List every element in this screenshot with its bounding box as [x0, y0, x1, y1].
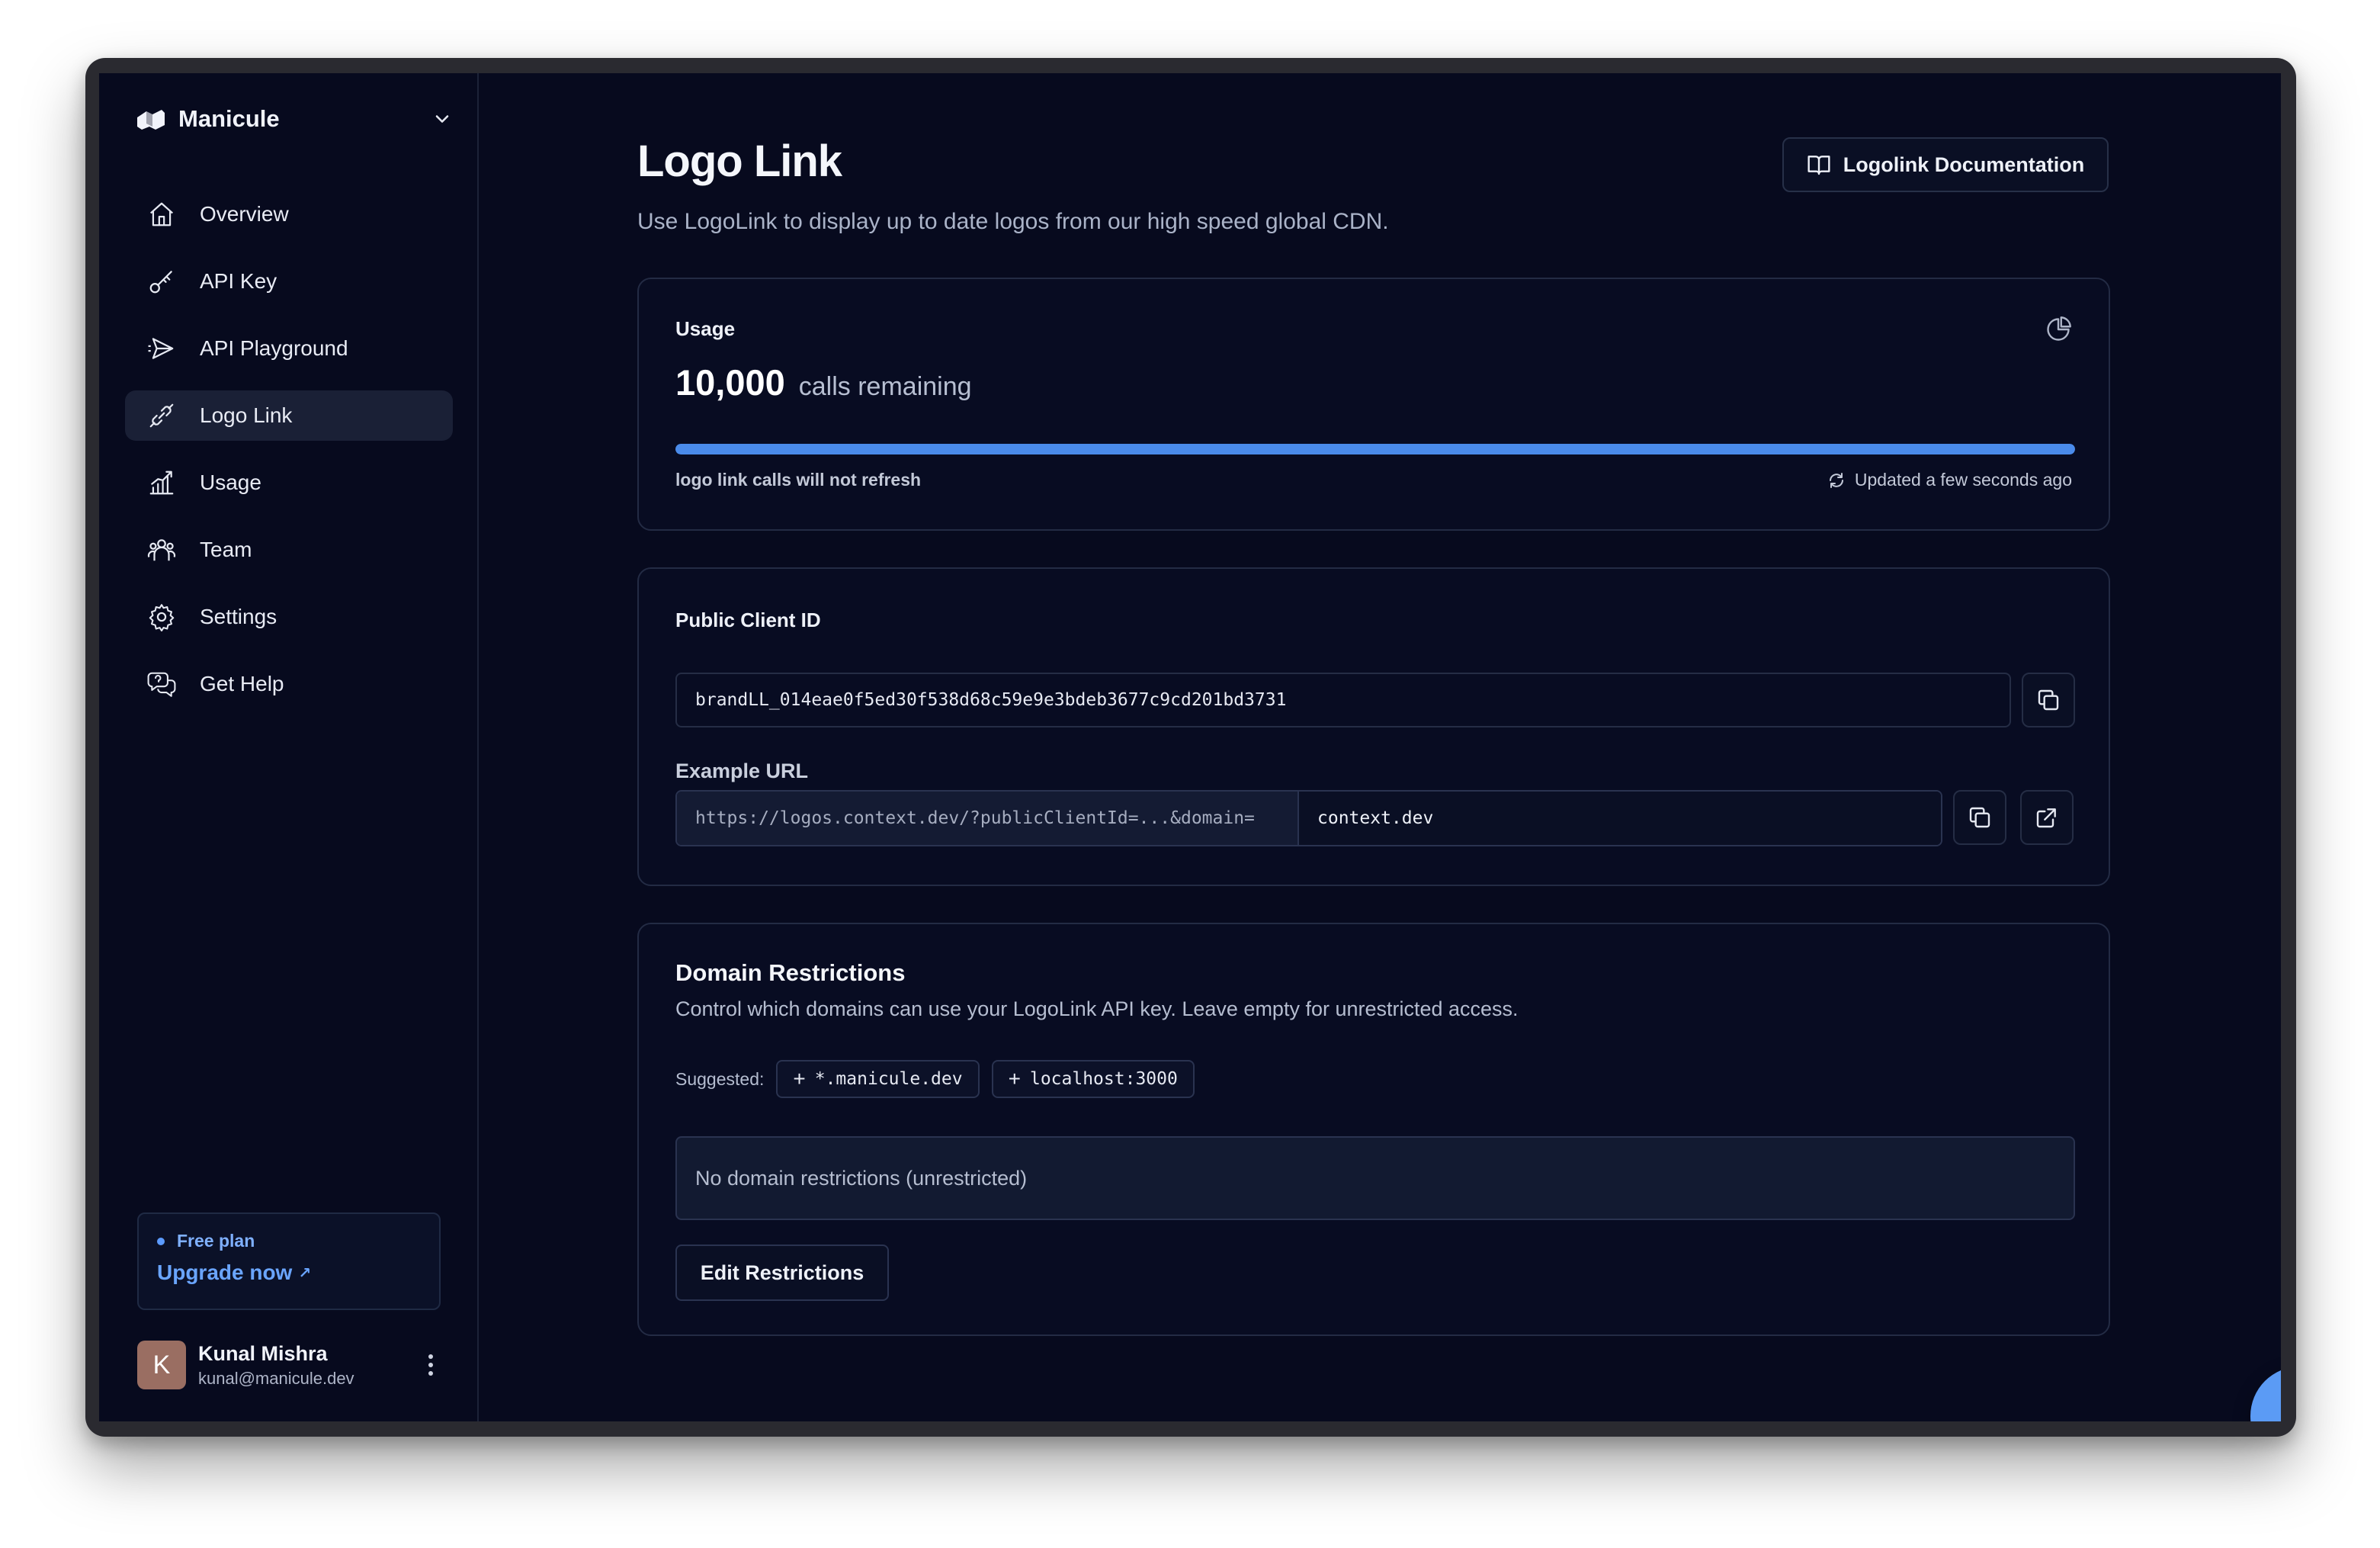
more-options-icon[interactable]: [427, 1354, 435, 1376]
sidebar-item-label: API Playground: [200, 336, 348, 360]
domain-restrictions-description: Control which domains can use your LogoL…: [675, 997, 1519, 1020]
key-icon: [146, 266, 177, 297]
example-url-prefix: https://logos.context.dev/?publicClientI…: [677, 792, 1299, 845]
refresh-icon: [1829, 472, 1843, 488]
gear-icon: [146, 602, 177, 632]
documentation-button[interactable]: Logolink Documentation: [1782, 137, 2109, 192]
domain-restrictions-card: Domain Restrictions Control which domain…: [637, 923, 2110, 1336]
plan-name: Free plan: [177, 1231, 255, 1251]
page-title: Logo Link: [637, 136, 842, 186]
client-id-field[interactable]: brandLL_014eae0f5ed30f538d68c59e9e3bdeb3…: [675, 673, 2011, 727]
status-dot: [157, 1237, 165, 1245]
user-email: kunal@manicule.dev: [198, 1368, 354, 1388]
suggestion-chip[interactable]: + *.manicule.dev: [776, 1060, 980, 1098]
usage-card: Usage 10,000 calls remaining logo link c…: [637, 278, 2110, 531]
page-subtitle: Use LogoLink to display up to date logos…: [637, 209, 1389, 234]
example-url-label: Example URL: [675, 760, 809, 782]
copy-icon: [1969, 807, 1990, 828]
book-icon: [1807, 156, 1830, 175]
sidebar-item-label: Settings: [200, 605, 277, 628]
sidebar-item-label: Team: [200, 538, 252, 561]
usage-note: logo link calls will not refresh: [675, 470, 922, 490]
paper-plane-icon: [146, 333, 177, 364]
usage-count: 10,000 calls remaining: [675, 361, 972, 403]
sidebar-item-settings[interactable]: Settings: [125, 592, 453, 642]
sidebar-item-overview[interactable]: Overview: [125, 189, 453, 239]
home-icon: [146, 199, 177, 230]
usage-label: Usage: [675, 317, 736, 340]
updated-text: Updated a few seconds ago: [1854, 470, 2072, 490]
plan-card: Free plan Upgrade now ↗: [137, 1212, 441, 1310]
plus-icon: +: [1008, 1067, 1021, 1090]
plus-icon: +: [793, 1067, 806, 1090]
link-icon: [146, 400, 177, 431]
sidebar-item-get-help[interactable]: Get Help: [125, 659, 453, 709]
edit-restrictions-button[interactable]: Edit Restrictions: [675, 1245, 889, 1301]
domain-restrictions-title: Domain Restrictions: [675, 959, 906, 986]
client-id-label: Public Client ID: [675, 609, 821, 631]
calls-remaining-unit: calls remaining: [798, 372, 972, 401]
workspace-switcher[interactable]: Manicule: [136, 105, 453, 133]
workspace-name: Manicule: [178, 105, 280, 132]
sidebar-item-api-key[interactable]: API Key: [125, 256, 453, 307]
team-icon: [146, 535, 177, 565]
sidebar-item-label: Usage: [200, 471, 261, 494]
user-name: Kunal Mishra: [198, 1341, 328, 1365]
sidebar: Manicule Overview API Key API Playground…: [99, 73, 479, 1421]
usage-progress-bar: [675, 444, 2075, 454]
help-chat-icon: [146, 669, 177, 699]
usage-progress-fill: [675, 444, 2075, 454]
bar-chart-icon: [146, 467, 177, 498]
sidebar-item-api-playground[interactable]: API Playground: [125, 323, 453, 374]
sidebar-item-usage[interactable]: Usage: [125, 458, 453, 508]
upgrade-label: Upgrade now: [157, 1261, 293, 1284]
sidebar-item-label: Logo Link: [200, 403, 293, 427]
copy-icon: [2038, 689, 2059, 711]
user-profile[interactable]: K Kunal Mishra kunal@manicule.dev: [137, 1339, 450, 1391]
sidebar-item-label: Overview: [200, 202, 289, 226]
suggestion-chip[interactable]: + localhost:3000: [991, 1060, 1195, 1098]
pie-chart-icon[interactable]: [2045, 316, 2072, 343]
documentation-label: Logolink Documentation: [1843, 153, 2085, 176]
restrictions-list: No domain restrictions (unrestricted): [675, 1136, 2075, 1220]
sidebar-nav: Overview API Key API Playground Logo Lin…: [125, 189, 453, 726]
app-window: Manicule Overview API Key API Playground…: [99, 73, 2281, 1421]
suggested-label: Suggested:: [675, 1068, 765, 1089]
chevron-down-icon: [435, 115, 449, 123]
sidebar-item-label: API Key: [200, 269, 277, 293]
usage-updated: Updated a few seconds ago: [1827, 470, 2072, 490]
external-arrow-icon: ↗: [298, 1264, 312, 1282]
suggestions-row: Suggested: + *.manicule.dev + localhost:…: [675, 1060, 1207, 1098]
sidebar-item-label: Get Help: [200, 672, 284, 695]
external-link-icon: [2036, 808, 2056, 828]
sidebar-item-team[interactable]: Team: [125, 525, 453, 575]
calls-remaining-value: 10,000: [675, 362, 785, 403]
copy-example-url-button[interactable]: [1953, 790, 2006, 845]
avatar: K: [137, 1341, 186, 1389]
main-content: Logo Link Use LogoLink to display up to …: [479, 73, 2281, 1421]
manicule-logo-icon: [137, 110, 165, 130]
sidebar-item-logo-link[interactable]: Logo Link: [125, 390, 453, 441]
example-url-field: https://logos.context.dev/?publicClientI…: [675, 790, 1942, 846]
public-client-card: Public Client ID brandLL_014eae0f5ed30f5…: [637, 567, 2110, 886]
upgrade-link[interactable]: Upgrade now ↗: [157, 1261, 421, 1285]
copy-client-id-button[interactable]: [2022, 673, 2075, 727]
open-example-url-button[interactable]: [2020, 790, 2074, 845]
example-url-domain-input[interactable]: context.dev: [1299, 792, 1941, 845]
